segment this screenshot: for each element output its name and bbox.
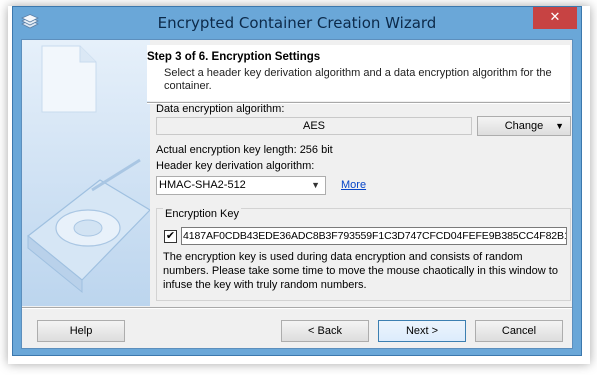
key-length-text: Actual encryption key length: 256 bit	[156, 144, 333, 156]
close-icon: ✕	[549, 10, 561, 25]
data-encryption-algorithm-field: AES	[156, 117, 472, 135]
encryption-key-field: 4187AF0CDB43EDE36ADC8B3F793559F1C3D747CF…	[181, 227, 567, 245]
more-link[interactable]: More	[341, 179, 366, 191]
step-header: Step 3 of 6. Encryption Settings Select …	[147, 45, 570, 101]
wizard-side-image	[22, 40, 150, 306]
next-button[interactable]: Next >	[378, 320, 466, 342]
header-kdf-label: Header key derivation algorithm:	[156, 160, 315, 172]
window-title: Encrypted Container Creation Wizard	[157, 14, 437, 32]
data-encryption-algorithm-label: Data encryption algorithm:	[156, 103, 285, 115]
close-button[interactable]: ✕	[533, 7, 577, 29]
encryption-key-legend: Encryption Key	[163, 208, 241, 220]
cancel-button[interactable]: Cancel	[475, 320, 563, 342]
checkmark-icon: ✔	[165, 230, 176, 242]
show-key-checkbox[interactable]: ✔	[164, 230, 177, 243]
footer-divider	[22, 307, 572, 309]
wizard-window: Encrypted Container Creation Wizard ✕ St…	[12, 6, 582, 356]
dropdown-arrow-icon: ▼	[555, 121, 564, 131]
step-title: Step 3 of 6. Encryption Settings	[147, 51, 321, 63]
step-description: Select a header key derivation algorithm…	[164, 67, 552, 92]
help-button[interactable]: Help	[37, 320, 125, 342]
encryption-key-group: Encryption Key ✔ 4187AF0CDB43EDE36ADC8B3…	[156, 208, 571, 301]
header-kdf-select[interactable]: HMAC-SHA2-512 ▼	[156, 176, 326, 195]
change-algorithm-button[interactable]: Change ▼	[477, 116, 571, 136]
title-bar[interactable]: Encrypted Container Creation Wizard ✕	[13, 7, 581, 39]
wizard-client-area: Step 3 of 6. Encryption Settings Select …	[21, 39, 573, 349]
encryption-key-note: The encryption key is used during data e…	[163, 251, 558, 291]
header-kdf-selected: HMAC-SHA2-512	[159, 179, 246, 191]
change-button-label: Change	[504, 120, 544, 132]
back-button[interactable]: < Back	[281, 320, 369, 342]
chevron-down-icon: ▼	[311, 180, 320, 190]
